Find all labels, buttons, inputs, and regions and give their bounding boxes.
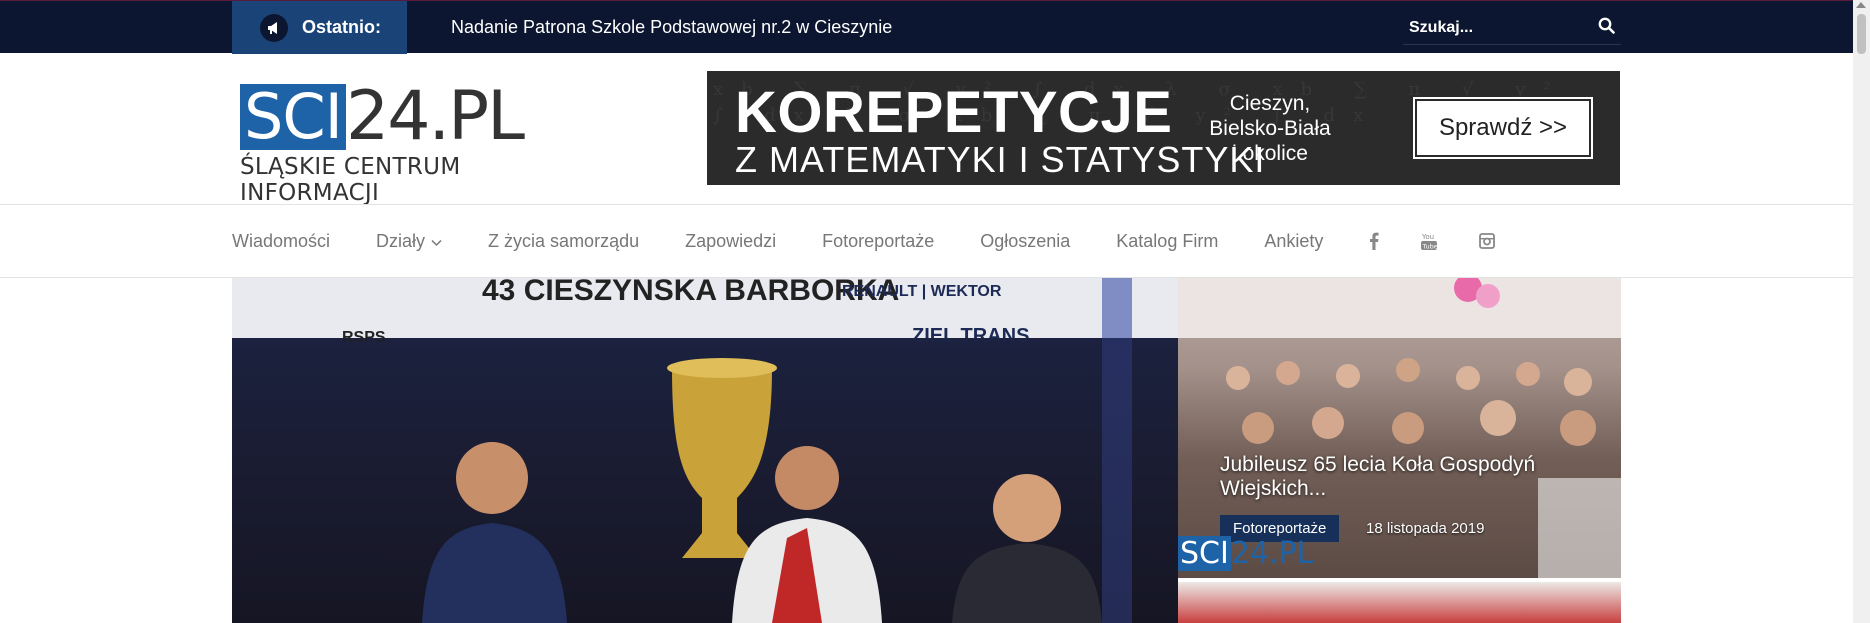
ticker-label: Ostatnio: <box>232 1 407 54</box>
page-scrollbar[interactable] <box>1853 0 1870 623</box>
logo-highlight: SCI <box>240 84 346 150</box>
youtube-icon[interactable]: You Tube <box>1421 232 1438 251</box>
ad-banner[interactable]: xb ∑ π √ y² ∫ dx λ σ xb ∑ π √ y² ∫ dx λ … <box>707 71 1620 185</box>
banner-headline: KOREPETYCJE <box>735 80 1173 145</box>
photo-watermark: SCI24.PL <box>1178 536 1313 571</box>
nav-item-samorzad[interactable]: Z życia samorządu <box>488 231 639 252</box>
instagram-icon[interactable] <box>1479 233 1496 249</box>
scroll-up-icon[interactable] <box>1856 2 1866 8</box>
megaphone-icon <box>260 13 288 42</box>
logo-domain: 24.PL <box>345 77 525 156</box>
watermark-domain: 24.PL <box>1230 536 1314 571</box>
svg-text:RENAULT | WEKTOR: RENAULT | WEKTOR <box>842 283 1002 300</box>
logo-subtitle: ŚLĄSKIE CENTRUM INFORMACJI <box>240 154 461 206</box>
nav-item-ogloszenia[interactable]: Ogłoszenia <box>980 231 1070 252</box>
nav-item-zapowiedzi[interactable]: Zapowiedzi <box>685 231 776 252</box>
page: Ostatnio: Nadanie Patrona Szkole Podstaw… <box>0 0 1870 623</box>
banner-location: Bielsko-Biała <box>1209 117 1331 140</box>
svg-text:You: You <box>1421 233 1434 241</box>
banner-locations: Cieszyn, Bielsko-Biała i okolice <box>1195 91 1345 166</box>
scroll-thumb[interactable] <box>1857 14 1866 54</box>
rally-podium-photo: 43 CIESZYŃSKA BARBÓRKA RENAULT | WEKTOR … <box>232 278 1178 623</box>
nav-item-ankiety[interactable]: Ankiety <box>1264 231 1323 252</box>
nav-item-katalog-firm[interactable]: Katalog Firm <box>1116 231 1218 252</box>
top-bar: Ostatnio: Nadanie Patrona Szkole Podstaw… <box>0 0 1870 54</box>
featured-article-title[interactable]: Jubileusz 65 lecia Koła Gospodyń Wiejski… <box>1220 453 1600 501</box>
watermark-highlight: SCI <box>1178 536 1231 571</box>
banner-location: i okolice <box>1232 142 1308 165</box>
search-box <box>1403 11 1621 45</box>
site-logo[interactable]: SCI 24.PL ŚLĄSKIE CENTRUM INFORMACJI <box>240 77 600 206</box>
svg-text:Tube: Tube <box>1422 243 1438 251</box>
nav-item-wiadomosci[interactable]: Wiadomości <box>232 231 330 252</box>
nav-item-fotoreportaze[interactable]: Fotoreportaże <box>822 231 934 252</box>
nav-item-dzialy[interactable]: Działy <box>376 231 442 252</box>
main-nav: Wiadomości Działy Z życia samorządu Zapo… <box>0 204 1853 278</box>
ticker-headline-link[interactable]: Nadanie Patrona Szkole Podstawowej nr.2 … <box>451 1 892 54</box>
search-input[interactable] <box>1409 18 1579 37</box>
hero-article-image[interactable]: 43 CIESZYŃSKA BARBÓRKA RENAULT | WEKTOR … <box>232 278 1178 623</box>
featured-article-card[interactable]: Jubileusz 65 lecia Koła Gospodyń Wiejski… <box>1178 278 1621 578</box>
hero-banner-text: 43 CIESZYŃSKA BARBÓRKA <box>482 278 899 307</box>
nav-item-label: Działy <box>376 230 426 251</box>
banner-location: Cieszyn, <box>1229 92 1311 115</box>
featured-article-card-2[interactable] <box>1178 582 1621 623</box>
banner-check-button[interactable]: Sprawdź >> <box>1413 97 1593 159</box>
article-date: 18 listopada 2019 <box>1366 520 1485 537</box>
chevron-down-icon <box>431 231 442 252</box>
ticker-label-text: Ostatnio: <box>302 17 381 37</box>
facebook-icon[interactable] <box>1369 232 1379 250</box>
banner-subline: Z MATEMATYKI I STATYSTYKI <box>735 139 1266 180</box>
search-icon[interactable] <box>1598 17 1615 39</box>
